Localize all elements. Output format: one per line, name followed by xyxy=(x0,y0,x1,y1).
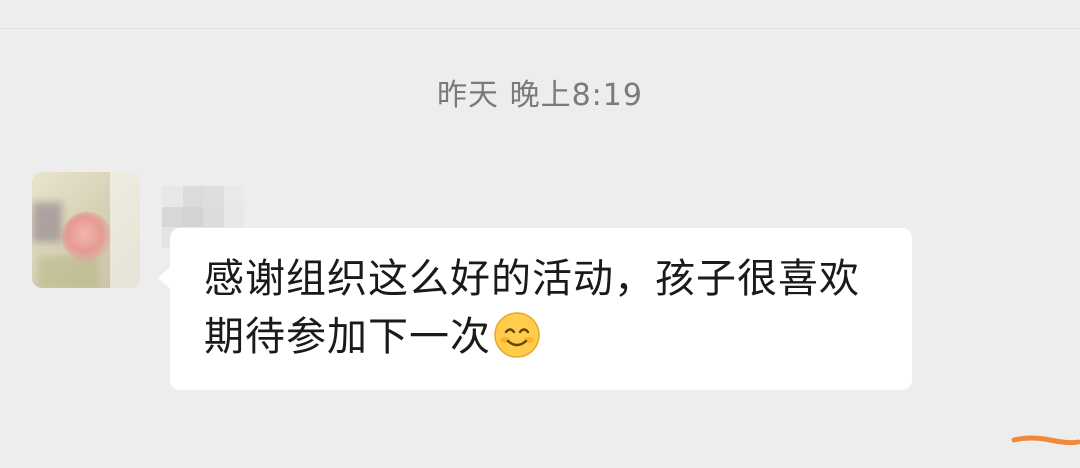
orange-scribble-mark xyxy=(1011,435,1080,446)
top-divider xyxy=(0,28,1080,29)
message-bubble[interactable]: 感谢组织这么好的活动，孩子很喜欢期待参加下一次 xyxy=(170,228,912,390)
message-timestamp: 昨天 晚上8:19 xyxy=(437,78,643,113)
sender-avatar[interactable] xyxy=(32,172,140,288)
smiling-face-emoji-icon xyxy=(493,311,541,363)
